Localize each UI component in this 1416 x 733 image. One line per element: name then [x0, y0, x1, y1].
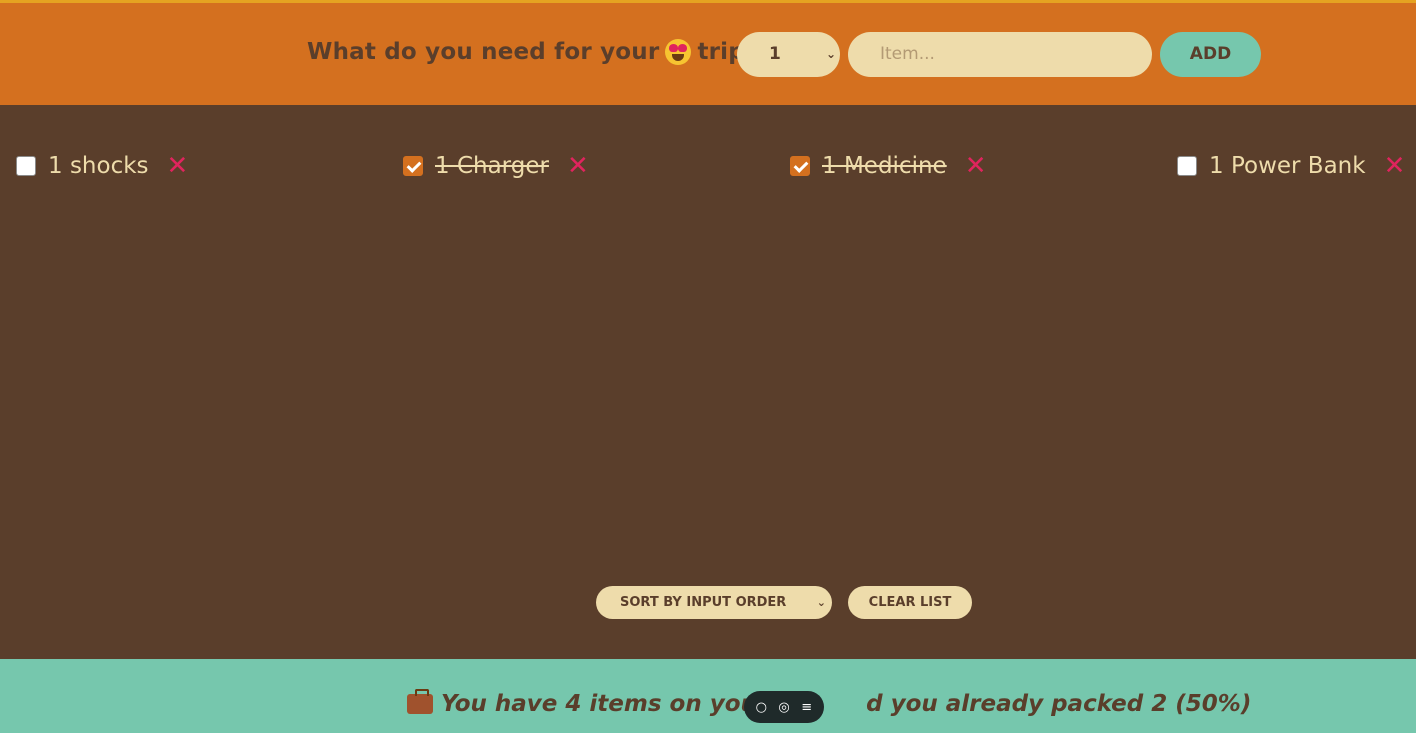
- item-label: 1 Medicine: [822, 153, 947, 179]
- packed-checkbox[interactable]: [16, 156, 36, 176]
- stats-text-before: You have 4 items on your l: [441, 691, 785, 717]
- chevron-down-icon: ⌄: [825, 47, 836, 61]
- item-label: 1 shocks: [48, 153, 149, 179]
- toggle-icon[interactable]: ◎: [775, 700, 793, 715]
- quantity-select[interactable]: 1 ⌄: [737, 32, 840, 77]
- quantity-value: 1: [769, 44, 781, 64]
- stats-text: You have 4 items on your l d you already …: [407, 689, 1252, 717]
- item-label: 1 Charger: [435, 153, 549, 179]
- item-input-placeholder: Item...: [880, 44, 935, 64]
- item-label: 1 Power Bank: [1209, 153, 1366, 179]
- packed-checkbox[interactable]: [790, 156, 810, 176]
- delete-icon[interactable]: ✕: [567, 151, 589, 181]
- chevron-down-icon: ⌄: [816, 596, 826, 609]
- heart-eyes-emoji-icon: [665, 39, 692, 65]
- prompt-prefix: What do you need for your: [307, 39, 660, 65]
- prompt-heading: What do you need for your trip?: [307, 39, 758, 65]
- header: What do you need for your trip? 1 ⌄ Item…: [0, 3, 1416, 105]
- packed-checkbox[interactable]: [1177, 156, 1197, 176]
- packed-checkbox[interactable]: [403, 156, 423, 176]
- stats-text-after: d you already packed 2 (50%): [866, 691, 1252, 717]
- sort-value: SORT BY INPUT ORDER: [620, 595, 787, 610]
- clear-list-button[interactable]: CLEAR LIST: [848, 586, 972, 619]
- delete-icon[interactable]: ✕: [1384, 151, 1406, 181]
- stats-footer: You have 4 items on your l d you already …: [0, 659, 1416, 733]
- comment-icon[interactable]: ○: [752, 700, 770, 715]
- item-input[interactable]: Item...: [848, 32, 1152, 77]
- delete-icon[interactable]: ✕: [965, 151, 987, 181]
- list-item: 1 Medicine ✕: [790, 149, 987, 183]
- list-item: 1 Charger ✕: [403, 149, 589, 183]
- floating-toolbar: ○ ◎ ≡: [744, 691, 824, 723]
- list-item: 1 Power Bank ✕: [1177, 149, 1405, 183]
- add-button[interactable]: ADD: [1160, 32, 1261, 77]
- sort-select[interactable]: SORT BY INPUT ORDER ⌄: [596, 586, 832, 619]
- briefcase-icon: [407, 689, 433, 714]
- delete-icon[interactable]: ✕: [167, 151, 189, 181]
- packing-list: 1 shocks ✕ 1 Charger ✕ 1 Medicine ✕ 1 Po…: [0, 105, 1416, 659]
- list-item: 1 shocks ✕: [16, 149, 188, 183]
- menu-icon[interactable]: ≡: [798, 700, 816, 715]
